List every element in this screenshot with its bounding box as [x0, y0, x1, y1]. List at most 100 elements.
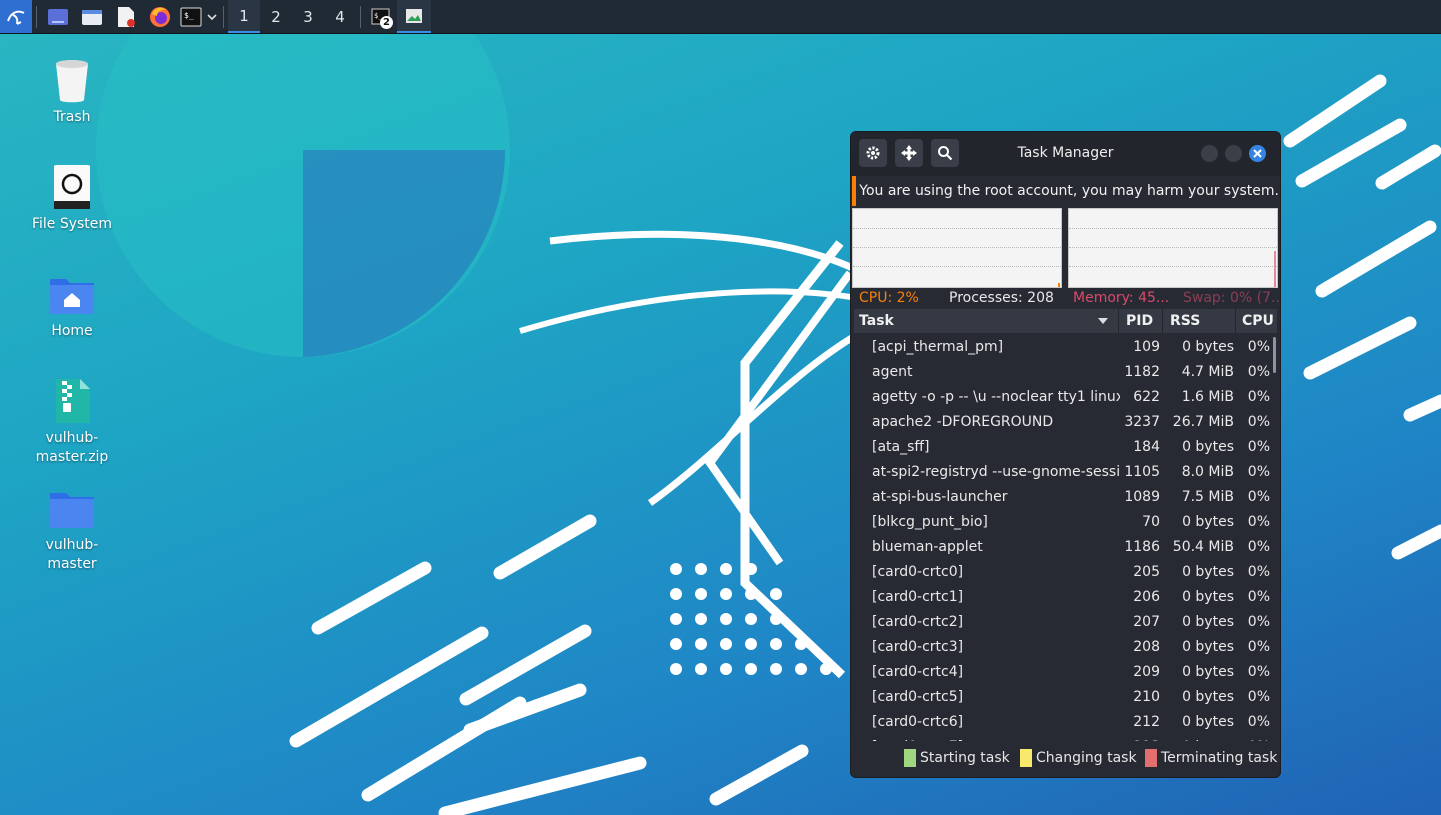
title-bar[interactable]: Task Manager: [851, 132, 1280, 176]
sort-down-icon: [1098, 318, 1108, 324]
table-row[interactable]: agetty -o -p -- \u --noclear tty1 linux 6…: [854, 385, 1277, 410]
firefox-button[interactable]: [143, 0, 177, 33]
desktop-icon-home[interactable]: Home: [22, 270, 122, 341]
window-count-badge: 2: [380, 16, 393, 29]
workspace-3[interactable]: 3: [292, 0, 324, 33]
task-cell: [card0-crtc2]: [872, 614, 964, 630]
workspace-2[interactable]: 2: [260, 0, 292, 33]
legend: Starting task Changing task Terminating …: [851, 742, 1280, 777]
separator: [223, 5, 224, 28]
terminal-button[interactable]: $_: [177, 0, 205, 33]
table-row[interactable]: [card0-crtc6] 212 0 bytes 0%: [854, 710, 1277, 735]
maximize-button[interactable]: [1225, 145, 1242, 162]
process-list[interactable]: [acpi_thermal_pm] 109 0 bytes 0% agent 1182 4.…: [854, 335, 1277, 741]
root-warning-text: You are using the root account, you may …: [859, 183, 1279, 199]
rss-cell: 0 bytes: [1182, 439, 1234, 455]
table-row[interactable]: [card0-crtc0] 205 0 bytes 0%: [854, 560, 1277, 585]
desktop-icon-vulhub-master-zip[interactable]: vulhub- master.zip: [22, 377, 122, 467]
process-table-header: Task PID RSS CPU: [854, 309, 1277, 333]
desktop-icon-label-line2: master: [47, 556, 97, 572]
table-row[interactable]: [card0-crtc5] 210 0 bytes 0%: [854, 685, 1277, 710]
trash-icon: [56, 60, 88, 103]
table-row[interactable]: [card0-crtc2] 207 0 bytes 0%: [854, 610, 1277, 635]
cpu-cell: 0%: [1247, 364, 1270, 380]
task-cell: [acpi_thermal_pm]: [872, 339, 1004, 355]
search-button[interactable]: [931, 139, 959, 167]
column-header-cpu[interactable]: CPU: [1236, 309, 1277, 333]
rss-cell: 0 bytes: [1182, 339, 1234, 355]
table-row[interactable]: [card0-crtc3] 208 0 bytes 0%: [854, 635, 1277, 660]
taskbar-terminal-window[interactable]: $_ 2: [365, 0, 397, 33]
show-desktop-icon: [48, 8, 68, 25]
rss-cell: 4.7 MiB: [1181, 364, 1234, 380]
rss-cell: 0 bytes: [1166, 735, 1234, 741]
legend-starting: Starting task: [904, 749, 1010, 767]
text-editor-button[interactable]: [109, 0, 143, 33]
table-row[interactable]: [card0-crtc7]213 0 bytes0%: [854, 735, 1277, 741]
column-header-task[interactable]: Task: [854, 309, 1119, 333]
cpu-cell: 0%: [1247, 614, 1270, 630]
rss-cell: 0 bytes: [1182, 689, 1234, 705]
legend-swatch: [904, 749, 916, 767]
table-row[interactable]: at-spi2-registryd --use-gnome-session 110…: [854, 460, 1277, 485]
cpu-cell: 0%: [1247, 339, 1270, 355]
settings-button[interactable]: [859, 139, 887, 167]
pid-cell: 207: [1133, 614, 1160, 630]
table-row[interactable]: agent 1182 4.7 MiB 0%: [854, 360, 1277, 385]
workspace-1[interactable]: 1: [228, 0, 260, 33]
cpu-cell: 0%: [1247, 689, 1270, 705]
desktop-icon-file-system[interactable]: File System: [22, 163, 122, 234]
task-cell: [card0-crtc7]: [872, 735, 1120, 741]
table-row[interactable]: at-spi-bus-launcher 1089 7.5 MiB 0%: [854, 485, 1277, 510]
show-desktop-button[interactable]: [41, 0, 75, 33]
desktop-icon-label: Trash: [53, 109, 91, 125]
pid-cell: 209: [1133, 664, 1160, 680]
file-manager-button[interactable]: [75, 0, 109, 33]
table-row[interactable]: blueman-applet 1186 50.4 MiB 0%: [854, 535, 1277, 560]
workspace-4[interactable]: 4: [324, 0, 356, 33]
desktop-icon-trash[interactable]: Trash: [22, 56, 122, 127]
rss-cell: 0 bytes: [1182, 564, 1234, 580]
scrollbar[interactable]: [1273, 337, 1276, 373]
cpu-cell: 0%: [1236, 735, 1270, 741]
desktop-icon-vulhub-master[interactable]: vulhub- master: [22, 484, 122, 574]
table-row[interactable]: apache2 -DFOREGROUND 3237 26.7 MiB 0%: [854, 410, 1277, 435]
pid-cell: 622: [1133, 389, 1160, 405]
task-manager-window: Task Manager You are using the root acco…: [850, 131, 1281, 778]
kali-menu-button[interactable]: [0, 0, 32, 33]
legend-swatch: [1145, 749, 1157, 767]
zip-file-icon: [56, 379, 90, 423]
pid-cell: 213: [1120, 735, 1160, 741]
cpu-cell: 0%: [1247, 489, 1270, 505]
rss-cell: 26.7 MiB: [1172, 414, 1234, 430]
table-row[interactable]: [card0-crtc4] 209 0 bytes 0%: [854, 660, 1277, 685]
minimize-button[interactable]: [1201, 145, 1218, 162]
pid-cell: 1186: [1124, 539, 1160, 555]
task-cell: [card0-crtc1]: [872, 589, 964, 605]
warning-swatch: [852, 176, 857, 206]
separator: [360, 5, 361, 28]
column-header-rss[interactable]: RSS: [1163, 309, 1236, 333]
column-header-pid[interactable]: PID: [1119, 309, 1163, 333]
table-row[interactable]: [ata_sff] 184 0 bytes 0%: [854, 435, 1277, 460]
task-cell: [card0-crtc5]: [872, 689, 964, 705]
desktop-icon-label: File System: [31, 216, 113, 232]
table-row[interactable]: [blkcg_punt_bio] 70 0 bytes 0%: [854, 510, 1277, 535]
terminal-menu-button[interactable]: [205, 0, 219, 33]
cpu-cell: 0%: [1247, 439, 1270, 455]
taskbar-task-manager-window[interactable]: [397, 0, 431, 33]
gear-icon: [866, 146, 880, 160]
identify-window-button[interactable]: [895, 139, 923, 167]
pid-cell: 1105: [1124, 464, 1160, 480]
close-button[interactable]: [1249, 145, 1266, 162]
chevron-down-icon: [207, 13, 217, 20]
table-row[interactable]: [card0-crtc1] 206 0 bytes 0%: [854, 585, 1277, 610]
legend-swatch: [1020, 749, 1032, 767]
search-icon: [938, 146, 953, 161]
svg-text:$_: $_: [184, 11, 194, 20]
table-row[interactable]: [acpi_thermal_pm] 109 0 bytes 0%: [854, 335, 1277, 360]
close-icon: [1253, 149, 1262, 158]
task-cell: at-spi-bus-launcher: [872, 489, 1008, 505]
desktop-icon-label-line2: master.zip: [35, 449, 109, 465]
home-folder-icon: [50, 279, 94, 314]
